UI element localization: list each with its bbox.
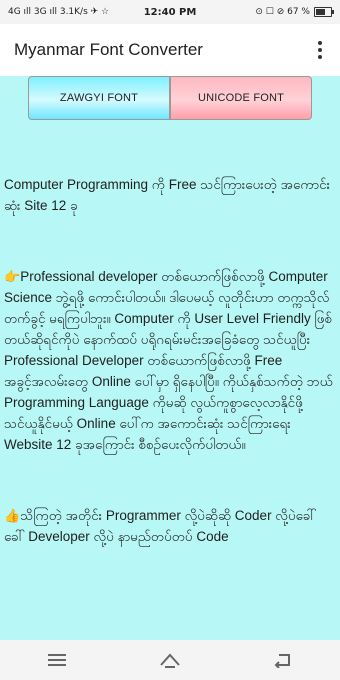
status-left: 4G ıll 3G ıll 3.1K/s ✈ ☆ — [8, 7, 109, 17]
font-tabs: ZAWGYI FONT UNICODE FONT — [28, 76, 312, 120]
app-title: Myanmar Font Converter — [14, 40, 203, 59]
paragraph-1: Computer Programming ကို Free သင်ကြားပေး… — [4, 177, 331, 213]
paragraph-2: 👉Professional developer တစ်ယောက်ဖြစ်လာဖိ… — [4, 266, 334, 455]
status-icons: ⊙ ☐ ⊘ 67 % — [255, 7, 310, 17]
paragraph-3: 👍သိကြတဲ့ အတိုင်း Programmer လို့ပဲဆိုဆို… — [4, 505, 334, 547]
pointing-hand-icon: 👉 — [4, 269, 21, 284]
more-vertical-icon[interactable] — [310, 38, 330, 62]
battery-icon — [314, 7, 334, 17]
status-bar: 4G ıll 3G ıll 3.1K/s ✈ ☆ 12:40 PM ⊙ ☐ ⊘ … — [0, 0, 340, 24]
home-icon[interactable] — [150, 645, 190, 675]
paragraph-3-text: သိကြတဲ့ အတိုင်း Programmer လို့ပဲဆိုဆို … — [4, 508, 317, 544]
unicode-font-button[interactable]: UNICODE FONT — [170, 76, 312, 120]
menu-icon[interactable] — [37, 645, 77, 675]
status-right: ⊙ ☐ ⊘ 67 % — [255, 7, 334, 17]
thumbs-up-icon: 👍 — [4, 508, 21, 523]
clock: 12:40 PM — [143, 6, 197, 18]
paragraph-2-text: Professional developer တစ်ယောက်ဖြစ်လာဖို… — [4, 269, 337, 452]
zawgyi-font-button[interactable]: ZAWGYI FONT — [28, 76, 170, 120]
content-area: ZAWGYI FONT UNICODE FONT Computer Progra… — [0, 76, 340, 640]
navigation-bar — [0, 640, 340, 680]
app-bar: Myanmar Font Converter — [0, 24, 340, 76]
battery-fill — [316, 9, 325, 15]
back-icon[interactable] — [263, 645, 303, 675]
network-status: 4G ıll 3G ıll 3.1K/s ✈ ☆ — [8, 7, 110, 17]
article-text: Computer Programming ကို Free သင်ကြားပေး… — [4, 132, 334, 597]
